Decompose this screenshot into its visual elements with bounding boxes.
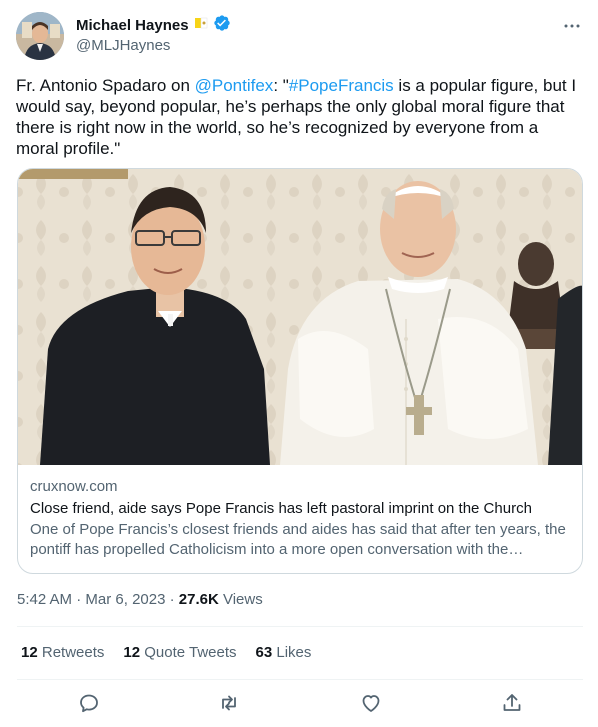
- reply-icon[interactable]: [77, 691, 101, 715]
- retweets-count: 12: [21, 644, 38, 661]
- card-domain: cruxnow.com: [30, 478, 118, 495]
- views-count: 27.6K: [178, 591, 219, 608]
- hashtag-link[interactable]: #PopeFrancis: [289, 76, 394, 95]
- tweet-text-middle: : ": [273, 76, 289, 95]
- tweet-header: Michael Haynes @MLJHaynes: [16, 12, 582, 64]
- card-meta: cruxnow.com Close friend, aide says Pope…: [30, 477, 570, 560]
- quotes-count: 12: [123, 644, 141, 661]
- likes-label: Likes: [272, 644, 312, 661]
- tweet-text-start: Fr. Antonio Spadaro on: [16, 76, 195, 95]
- quote-tweets-stat[interactable]: 12 Quote Tweets: [123, 643, 236, 663]
- display-name-row: Michael Haynes: [76, 14, 231, 37]
- divider: [17, 626, 583, 627]
- views-label: Views: [218, 591, 263, 608]
- author-names: Michael Haynes @MLJHaynes: [76, 14, 231, 54]
- tweet-time[interactable]: 5:42 AM: [17, 591, 72, 608]
- quotes-label: Quote Tweets: [140, 644, 237, 661]
- retweets-label: Retweets: [37, 644, 105, 661]
- tweet-timestamp: 5:42 AM · Mar 6, 2023 · 27.6K Views: [17, 590, 263, 610]
- verified-badge-icon[interactable]: [213, 14, 231, 37]
- card-image[interactable]: [18, 169, 582, 465]
- author-handle[interactable]: @MLJHaynes: [76, 37, 231, 54]
- retweets-stat[interactable]: 12 Retweets: [21, 643, 104, 663]
- timestamp-separator: ·: [72, 591, 86, 608]
- timestamp-separator: ·: [165, 591, 179, 608]
- mention-link[interactable]: @Pontifex: [195, 76, 274, 95]
- avatar[interactable]: [16, 12, 64, 60]
- more-options-icon[interactable]: [562, 16, 582, 36]
- card-description: One of Pope Francis’s closest friends an…: [30, 521, 566, 558]
- card-title: Close friend, aide says Pope Francis has…: [30, 500, 532, 517]
- tweet-date[interactable]: Mar 6, 2023: [85, 591, 165, 608]
- likes-stat[interactable]: 63 Likes: [256, 643, 312, 663]
- likes-count: 63: [255, 644, 273, 661]
- tweet-text: Fr. Antonio Spadaro on @Pontifex: "#Pope…: [16, 75, 582, 159]
- like-icon[interactable]: [359, 691, 383, 715]
- link-card[interactable]: cruxnow.com Close friend, aide says Pope…: [17, 168, 583, 574]
- action-bar: [16, 686, 582, 720]
- retweet-icon[interactable]: [217, 691, 241, 715]
- vatican-flag-icon: [193, 15, 209, 36]
- engagement-stats: 12 Retweets 12 Quote Tweets 63 Likes: [21, 643, 330, 663]
- divider: [17, 679, 583, 680]
- display-name[interactable]: Michael Haynes: [76, 17, 189, 34]
- share-icon[interactable]: [500, 691, 524, 715]
